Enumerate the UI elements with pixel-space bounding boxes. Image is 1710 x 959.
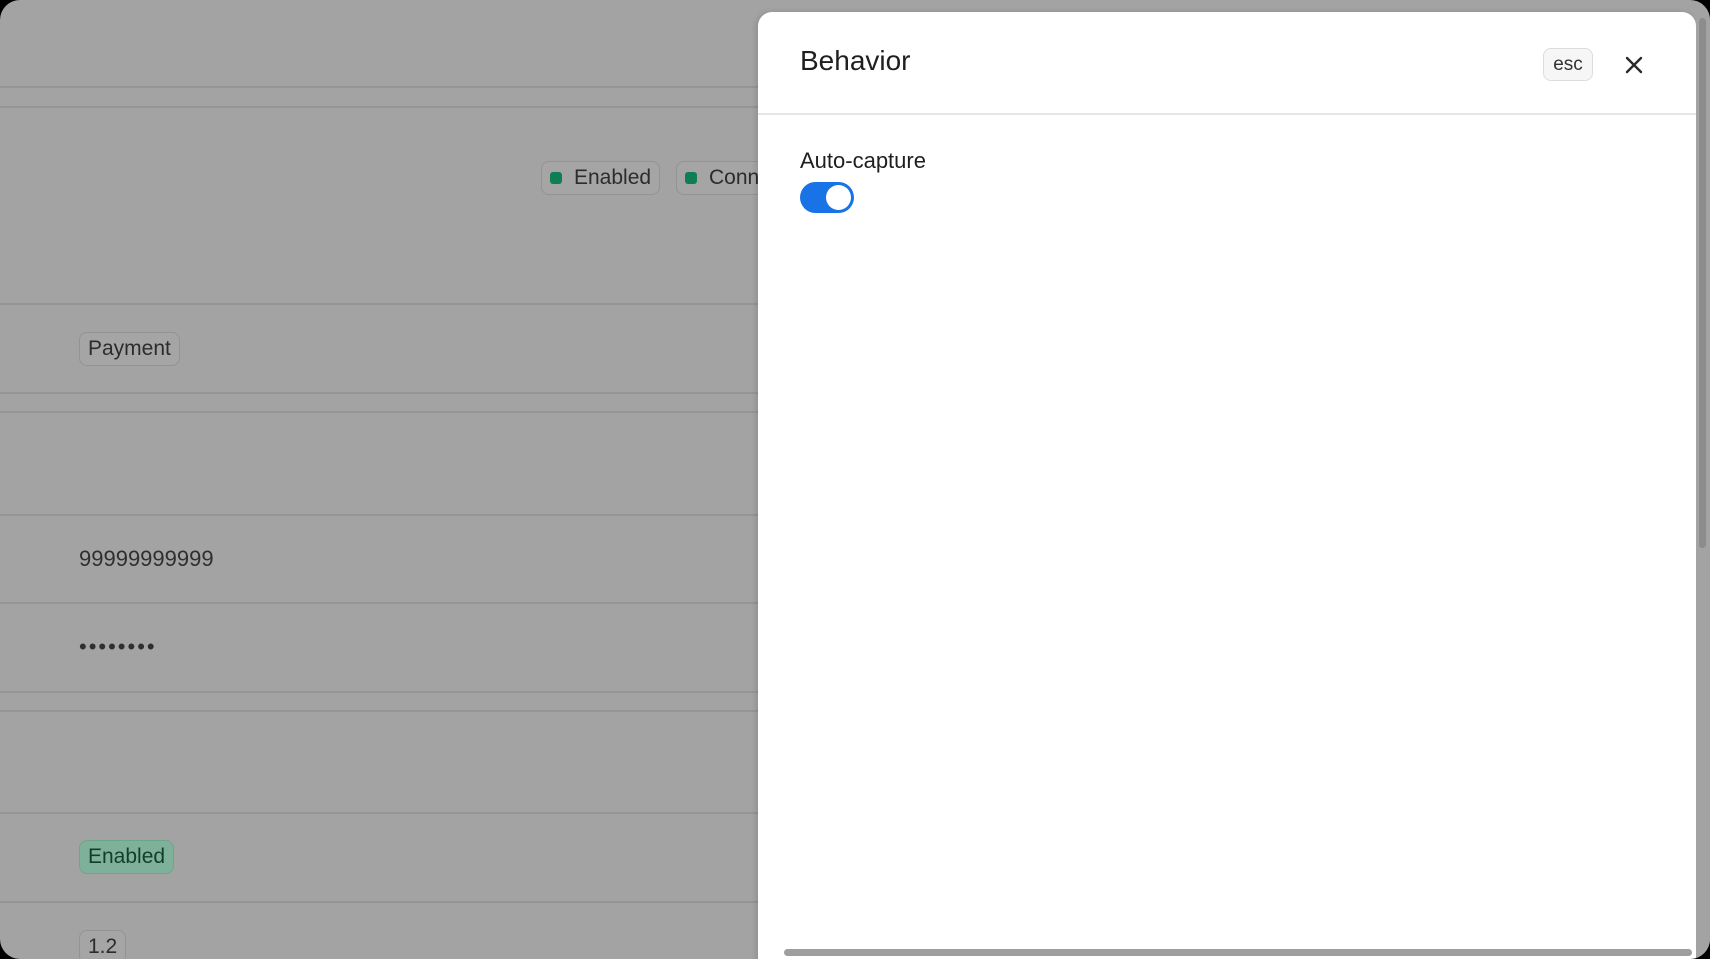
drawer-header: Behavior esc bbox=[758, 12, 1696, 115]
state-tag: Enabled bbox=[79, 840, 175, 874]
status-badge-label: Conn bbox=[709, 166, 758, 189]
auto-capture-label: Auto-capture bbox=[800, 148, 926, 173]
divider bbox=[0, 86, 758, 88]
auto-capture-toggle[interactable] bbox=[800, 182, 854, 213]
status-badge-label: Enabled bbox=[574, 166, 652, 189]
divider bbox=[0, 392, 758, 394]
divider bbox=[0, 303, 758, 305]
status-badge-enabled: Enabled bbox=[541, 161, 661, 195]
divider bbox=[0, 691, 758, 693]
background-page: Enabled Conn Payment 99999999999 •••••••… bbox=[0, 0, 758, 959]
toggle-knob bbox=[826, 185, 851, 210]
esc-key-hint: esc bbox=[1543, 48, 1593, 81]
close-button[interactable] bbox=[1618, 49, 1650, 81]
state-tag-label: Enabled bbox=[88, 845, 166, 868]
divider bbox=[0, 514, 758, 516]
divider bbox=[0, 602, 758, 604]
divider bbox=[0, 812, 758, 814]
status-dot-icon bbox=[550, 172, 562, 184]
status-dot-icon bbox=[685, 172, 697, 184]
type-tag: Payment bbox=[79, 332, 180, 366]
status-badge-connected: Conn bbox=[676, 161, 758, 195]
version-tag: 1.2 bbox=[79, 930, 127, 959]
version-tag-label: 1.2 bbox=[88, 935, 118, 958]
merchant-id-value: 99999999999 bbox=[79, 546, 214, 571]
horizontal-scrollbar[interactable] bbox=[784, 949, 1692, 956]
behavior-drawer: Behavior esc Auto-capture bbox=[758, 12, 1696, 959]
divider bbox=[0, 411, 758, 413]
app-window: Enabled Conn Payment 99999999999 •••••••… bbox=[0, 0, 1710, 959]
type-tag-label: Payment bbox=[88, 337, 171, 360]
divider bbox=[0, 901, 758, 903]
vertical-scrollbar[interactable] bbox=[1699, 18, 1706, 548]
close-icon bbox=[1625, 56, 1643, 74]
divider bbox=[0, 106, 758, 108]
divider bbox=[0, 710, 758, 712]
masked-secret-value: •••••••• bbox=[79, 634, 157, 659]
drawer-title: Behavior bbox=[800, 45, 911, 76]
